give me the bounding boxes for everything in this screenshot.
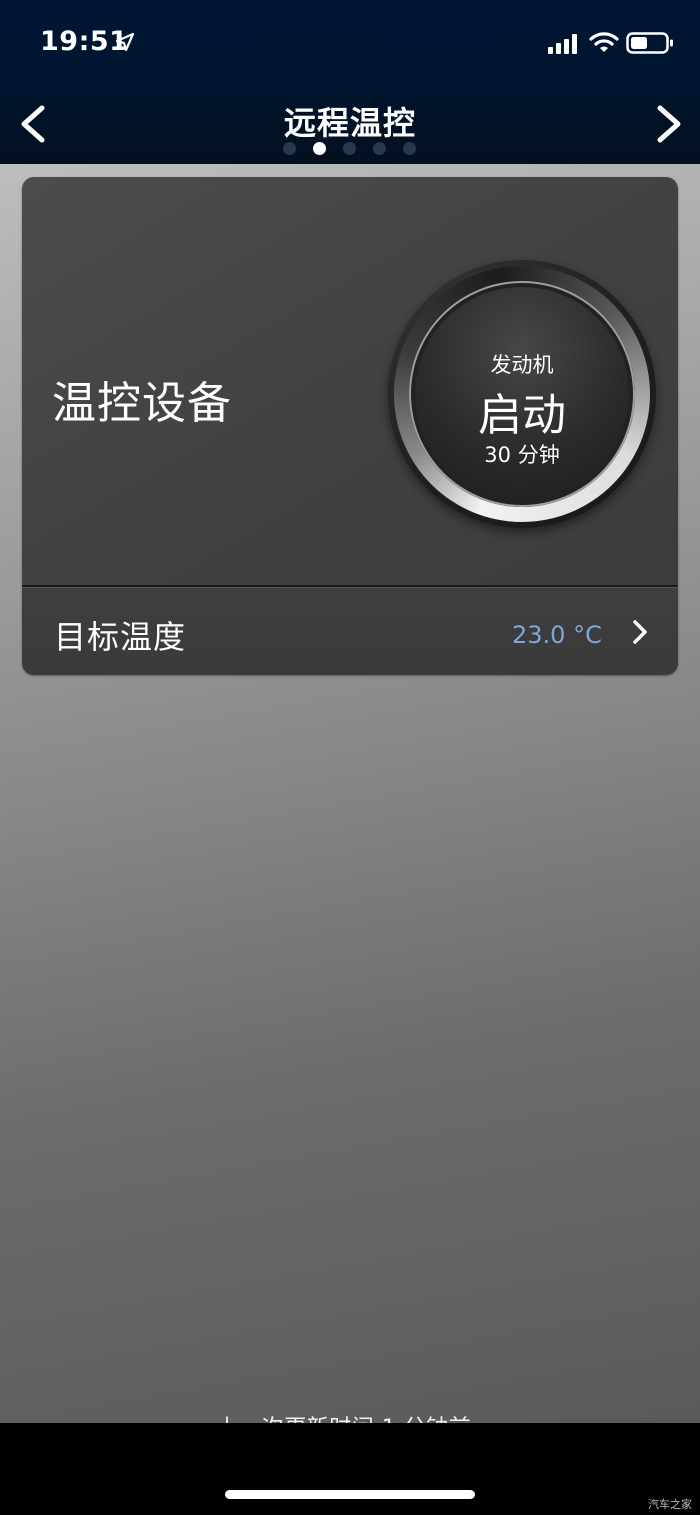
page-dot-2[interactable] — [313, 142, 326, 155]
engine-start-button[interactable]: 发动机 启动 30 分钟 — [388, 260, 656, 528]
location-arrow-icon — [115, 32, 135, 52]
page-indicator[interactable] — [283, 142, 423, 156]
target-temperature-row[interactable]: 目标温度 23.0 °C — [22, 588, 678, 675]
page-dot-4[interactable] — [373, 142, 386, 155]
engine-label: 发动机 — [490, 353, 554, 377]
battery-icon — [626, 32, 673, 54]
page-dot-5[interactable] — [403, 142, 416, 155]
top-header: 19:51 远程温控 — [0, 0, 700, 164]
forward-chevron-icon[interactable] — [646, 100, 690, 148]
watermark-text: 汽车之家 — [648, 1498, 692, 1511]
target-temperature-label: 目标温度 — [54, 618, 187, 656]
page-title: 远程温控 — [283, 104, 416, 142]
card-title: 温控设备 — [52, 378, 232, 429]
cellular-signal-icon — [548, 34, 577, 54]
wifi-icon — [589, 32, 619, 52]
bottom-bar — [0, 1423, 700, 1515]
page-dot-3[interactable] — [343, 142, 356, 155]
chevron-right-icon — [633, 620, 647, 644]
knob-face: 发动机 启动 30 分钟 — [409, 281, 635, 507]
page-dot-1[interactable] — [283, 142, 296, 155]
divider — [22, 585, 678, 587]
duration-label: 30 分钟 — [484, 443, 560, 467]
start-label: 启动 — [478, 390, 566, 441]
target-temperature-value: 23.0 °C — [512, 621, 602, 649]
home-indicator[interactable] — [225, 1490, 475, 1499]
